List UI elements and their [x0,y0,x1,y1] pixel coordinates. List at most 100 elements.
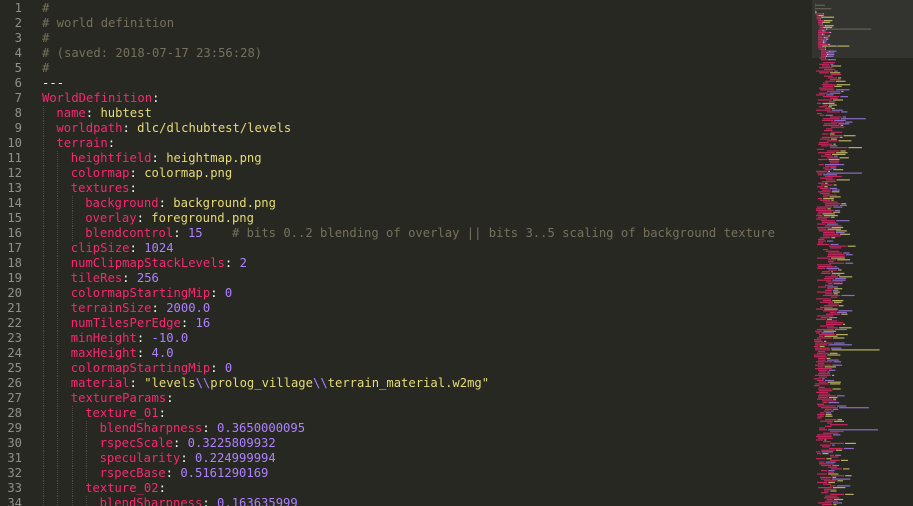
code-line[interactable]: texture_02: [85,481,166,496]
minimap-stroke [815,344,828,346]
minimap-stroke [817,226,831,229]
code-editor[interactable]: 1 2 3 4 5 6 7 8 9 10 11 12 13 14 15 16 17 18 19 20 21 22 23 24 2… [0,0,913,506]
minimap-stroke [830,493,844,495]
minimap-stroke [817,206,833,208]
minimap-stroke [833,337,845,339]
code-line[interactable]: overlay: foreground.png [85,211,254,226]
minimap-stroke [814,340,823,342]
code-line[interactable]: rspecScale: 0.3225809932 [100,436,276,451]
minimap-stroke [818,35,829,37]
code-line[interactable]: --- [42,76,64,91]
code-line[interactable]: minHeight: -10.0 [71,331,188,346]
minimap-stroke [839,204,847,206]
code-line[interactable]: name: hubtest [56,106,151,121]
code-line[interactable]: WorldDefinition: [42,91,159,106]
minimap-stroke [818,366,824,368]
minimap-stroke [827,38,829,40]
minimap-stroke [823,62,835,64]
code-token: terrain_material.w2mg" [327,376,490,390]
minimap-stroke [823,330,836,332]
minimap-stroke [828,269,837,271]
minimap-stroke [833,99,843,101]
code-line[interactable]: heightfield: heightmap.png [71,151,262,166]
code-line[interactable]: # world definition [42,16,174,31]
minimap-stroke [816,109,831,111]
code-line[interactable]: # [42,31,49,46]
code-line[interactable]: colormapStartingMip: 0 [71,361,232,376]
minimap-stroke [818,351,826,353]
minimap-stroke [822,181,836,183]
line-number: 12 [7,166,22,180]
minimap-stroke [843,252,850,254]
code-line[interactable]: numTilesPerEdge: 16 [71,316,210,331]
code-line[interactable]: background: background.png [85,196,276,211]
minimap-stroke [835,449,843,451]
code-line[interactable]: clipSize: 1024 [71,241,174,256]
code-line[interactable]: textures: [71,181,137,196]
indent-guide [43,151,44,166]
minimap-stroke [814,345,819,348]
indent-guide [57,496,59,506]
minimap-stroke [827,422,833,424]
code-line[interactable]: maxHeight: 4.0 [71,346,174,361]
minimap-stroke [819,334,835,336]
code-token: : [85,106,101,120]
code-line[interactable]: worldpath: dlc/dlchubtest/levels [56,121,291,136]
minimap-stroke [837,419,842,421]
minimap-stroke [815,6,816,8]
code-line[interactable]: # [42,61,49,76]
minimap-stroke [818,191,831,193]
minimap-stroke [833,342,845,344]
code-line[interactable]: blendSharpness: 0.3650000095 [100,421,305,436]
minimap-stroke [828,473,839,475]
minimap[interactable] [812,0,913,506]
minimap-stroke [821,492,829,494]
code-line[interactable]: material: "levels\\prolog_village\\terra… [71,376,489,391]
minimap-stroke [819,14,824,17]
minimap-stroke [818,487,832,489]
minimap-stroke [817,279,832,281]
code-line[interactable]: terrain: [56,136,115,151]
code-line[interactable]: blendcontrol: 15 # bits 0..2 blending of… [85,226,775,241]
minimap-stroke [832,364,843,366]
line-number: 28 [7,406,22,420]
minimap-stroke [824,488,837,490]
minimap-stroke [824,308,838,310]
indent-guide [57,181,59,196]
minimap-stroke [817,223,826,225]
minimap-stroke [821,407,838,409]
code-line[interactable]: textureParams: [71,391,174,406]
minimap-stroke [819,67,833,69]
minimap-stroke [825,57,826,59]
indent-guide [57,256,59,271]
minimap-stroke [845,475,852,477]
code-line[interactable]: specularity: 0.224999994 [100,451,276,466]
minimap-stroke [816,170,827,172]
minimap-stroke [819,92,829,94]
minimap-stroke [822,42,824,44]
code-line[interactable]: colormapStartingMip: 0 [71,286,232,301]
code-line[interactable]: terrainSize: 2000.0 [71,301,210,316]
minimap-stroke [828,252,842,254]
code-line[interactable]: # [42,1,49,16]
code-line[interactable]: numClipmapStackLevels: 2 [71,256,247,271]
code-area[interactable]: # # world definition # # (saved: 2018-07-17… [42,0,812,506]
code-token: blendSharpness [99,421,203,435]
indent-guide [43,346,44,361]
code-token: # [42,1,50,15]
minimap-stroke [827,45,829,47]
code-token: rspecBase [99,466,166,480]
code-line[interactable]: tileRes: 256 [71,271,159,286]
minimap-stroke [823,21,831,23]
line-number: 27 [7,391,22,405]
code-token: 0.224999994 [195,451,276,465]
code-line[interactable]: rspecBase: 0.5161290169 [100,466,269,481]
code-line[interactable]: colormap: colormap.png [71,166,232,181]
code-line[interactable]: blendSharpness: 0.163635999 [100,496,298,506]
code-line[interactable]: # (saved: 2018-07-17 23:56:28) [42,46,262,61]
minimap-stroke [831,349,880,351]
minimap-stroke [829,145,838,147]
code-line[interactable]: texture_01: [85,406,166,421]
minimap-stroke [837,405,847,407]
minimap-stroke [816,451,821,453]
